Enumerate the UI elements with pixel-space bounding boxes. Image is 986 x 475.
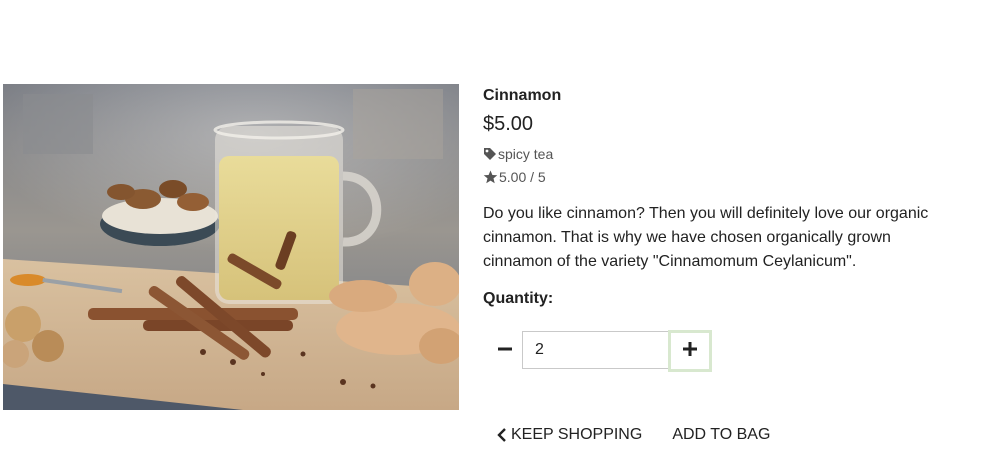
quantity-stepper: [483, 330, 723, 372]
add-to-bag-button[interactable]: Add to Bag: [672, 426, 770, 444]
product-image: [3, 84, 459, 410]
add-to-bag-label: Add to Bag: [672, 426, 771, 443]
product-detail-page: Cinnamon $5.00 spicy tea 5.00 / 5 Do you…: [0, 0, 986, 475]
quantity-input[interactable]: [522, 331, 670, 369]
rating-value: 5.00 / 5: [499, 169, 546, 185]
product-description: Do you like cinnamon? Then you will defi…: [483, 205, 929, 270]
product-rating: 5.00 / 5: [483, 168, 953, 186]
product-actions: Keep Shopping Add to Bag: [497, 426, 770, 444]
product-category[interactable]: spicy tea: [483, 145, 953, 163]
star-icon: [483, 170, 499, 184]
product-name: Cinnamon: [483, 87, 562, 104]
quantity-label: Quantity:: [483, 290, 554, 307]
category-label: spicy tea: [498, 146, 554, 162]
chevron-left-icon: [497, 428, 511, 442]
product-price: $5.00: [483, 113, 534, 135]
keep-shopping-label: Keep Shopping: [511, 426, 643, 443]
tea-photo-illustration: [3, 84, 459, 410]
decrement-quantity-button[interactable]: [483, 330, 527, 372]
keep-shopping-link[interactable]: Keep Shopping: [497, 426, 642, 444]
tag-icon: [483, 147, 498, 161]
minus-icon: [498, 342, 512, 361]
plus-icon: [683, 341, 697, 361]
product-details: Cinnamon $5.00 spicy tea 5.00 / 5 Do you…: [483, 86, 953, 443]
increment-quantity-button[interactable]: [668, 330, 712, 372]
